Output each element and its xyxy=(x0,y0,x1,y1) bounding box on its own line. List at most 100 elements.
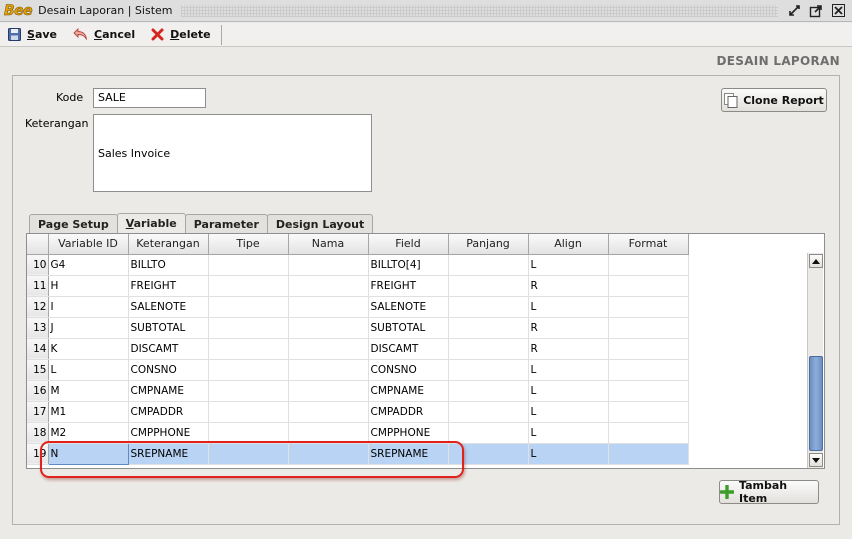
cell-tipe[interactable] xyxy=(208,317,289,339)
scroll-up-icon[interactable] xyxy=(809,254,823,268)
keterangan-textarea[interactable]: Sales Invoice xyxy=(93,114,372,192)
cell-id[interactable]: J xyxy=(48,317,129,339)
table-row[interactable]: 17 M1 CMPADDR CMPADDR L xyxy=(27,401,689,423)
cell-format[interactable] xyxy=(608,254,689,276)
cell-field[interactable]: FREIGHT xyxy=(368,275,449,297)
cell-tipe[interactable] xyxy=(208,422,289,444)
cell-align[interactable]: R xyxy=(528,317,609,339)
cell-align[interactable]: L xyxy=(528,422,609,444)
cell-ket[interactable]: FREIGHT xyxy=(128,275,209,297)
cell-id[interactable]: G4 xyxy=(48,254,129,276)
table-row[interactable]: 16 M CMPNAME CMPNAME L xyxy=(27,380,689,402)
cell-id[interactable]: K xyxy=(48,338,129,360)
cell-ket[interactable]: SREPNAME xyxy=(128,443,209,465)
cell-format[interactable] xyxy=(608,359,689,381)
cell-ket[interactable]: CMPPHONE xyxy=(128,422,209,444)
cell-ket[interactable]: BILLTO xyxy=(128,254,209,276)
cell-panjang[interactable] xyxy=(448,380,529,402)
cell-panjang[interactable] xyxy=(448,317,529,339)
cell-align[interactable]: R xyxy=(528,275,609,297)
cell-field[interactable]: DISCAMT xyxy=(368,338,449,360)
cell-nama[interactable] xyxy=(288,338,369,360)
cell-panjang[interactable] xyxy=(448,275,529,297)
cell-panjang[interactable] xyxy=(448,443,529,465)
scroll-down-icon[interactable] xyxy=(809,453,823,467)
column-header[interactable]: Format xyxy=(608,234,689,255)
vertical-scrollbar[interactable] xyxy=(807,253,823,468)
table-row[interactable]: 12 I SALENOTE SALENOTE L xyxy=(27,296,689,318)
cell-align[interactable]: L xyxy=(528,443,609,465)
table-row[interactable]: 11 H FREIGHT FREIGHT R xyxy=(27,275,689,297)
cell-tipe[interactable] xyxy=(208,296,289,318)
cell-format[interactable] xyxy=(608,296,689,318)
cell-align[interactable]: R xyxy=(528,338,609,360)
title-bar-grip[interactable] xyxy=(180,4,778,17)
cell-id[interactable]: H xyxy=(48,275,129,297)
cell-id[interactable]: M2 xyxy=(48,422,129,444)
cell-field[interactable]: SALENOTE xyxy=(368,296,449,318)
cell-nama[interactable] xyxy=(288,401,369,423)
cell-ket[interactable]: SUBTOTAL xyxy=(128,317,209,339)
cell-tipe[interactable] xyxy=(208,443,289,465)
column-header[interactable]: Variable ID xyxy=(48,234,129,255)
cell-align[interactable]: L xyxy=(528,254,609,276)
tab-page-setup[interactable]: Page Setup xyxy=(29,214,118,233)
table-row[interactable]: 19 N SREPNAME SREPNAME L xyxy=(27,442,689,465)
cell-field[interactable]: CMPNAME xyxy=(368,380,449,402)
cell-panjang[interactable] xyxy=(448,254,529,276)
tab-design-layout[interactable]: Design Layout xyxy=(266,214,374,233)
delete-button[interactable]: Delete xyxy=(143,24,219,46)
cell-ket[interactable]: CMPADDR xyxy=(128,401,209,423)
cell-format[interactable] xyxy=(608,380,689,402)
cell-id[interactable]: M1 xyxy=(48,401,129,423)
column-header[interactable]: Panjang xyxy=(448,234,529,255)
table-row[interactable]: 15 L CONSNO CONSNO L xyxy=(27,359,689,381)
save-button[interactable]: Save xyxy=(0,24,65,46)
cell-tipe[interactable] xyxy=(208,380,289,402)
cell-nama[interactable] xyxy=(288,380,369,402)
kode-input[interactable]: SALE xyxy=(93,88,206,108)
cell-field[interactable]: CONSNO xyxy=(368,359,449,381)
table-row[interactable]: 14 K DISCAMT DISCAMT R xyxy=(27,338,689,360)
cell-id[interactable]: I xyxy=(48,296,129,318)
cell-nama[interactable] xyxy=(288,296,369,318)
cell-align[interactable]: L xyxy=(528,296,609,318)
column-header[interactable]: Field xyxy=(368,234,449,255)
cell-panjang[interactable] xyxy=(448,338,529,360)
cell-format[interactable] xyxy=(608,338,689,360)
column-header[interactable]: Align xyxy=(528,234,609,255)
restore-icon[interactable] xyxy=(786,3,802,19)
cell-align[interactable]: L xyxy=(528,401,609,423)
cell-id[interactable]: M xyxy=(48,380,129,402)
scroll-thumb[interactable] xyxy=(809,356,823,451)
cell-ket[interactable]: CMPNAME xyxy=(128,380,209,402)
clone-report-button[interactable]: Clone Report xyxy=(721,88,827,112)
cell-field[interactable]: CMPPHONE xyxy=(368,422,449,444)
cell-tipe[interactable] xyxy=(208,359,289,381)
cell-tipe[interactable] xyxy=(208,401,289,423)
cell-tipe[interactable] xyxy=(208,275,289,297)
cell-format[interactable] xyxy=(608,422,689,444)
cancel-button[interactable]: Cancel xyxy=(65,24,143,46)
cell-nama[interactable] xyxy=(288,275,369,297)
maximize-icon[interactable] xyxy=(808,3,824,19)
close-icon[interactable] xyxy=(830,3,846,19)
cell-format[interactable] xyxy=(608,443,689,465)
cell-panjang[interactable] xyxy=(448,359,529,381)
cell-align[interactable]: L xyxy=(528,380,609,402)
cell-field[interactable]: SUBTOTAL xyxy=(368,317,449,339)
cell-ket[interactable]: SALENOTE xyxy=(128,296,209,318)
cell-panjang[interactable] xyxy=(448,296,529,318)
cell-format[interactable] xyxy=(608,317,689,339)
cell-nama[interactable] xyxy=(288,443,369,465)
cell-ket[interactable]: DISCAMT xyxy=(128,338,209,360)
cell-id[interactable]: L xyxy=(48,359,129,381)
cell-format[interactable] xyxy=(608,275,689,297)
cell-tipe[interactable] xyxy=(208,254,289,276)
column-header[interactable]: Tipe xyxy=(208,234,289,255)
cell-nama[interactable] xyxy=(288,317,369,339)
cell-tipe[interactable] xyxy=(208,338,289,360)
cell-field[interactable]: CMPADDR xyxy=(368,401,449,423)
tab-variable[interactable]: Variable xyxy=(116,213,186,233)
cell-field[interactable]: BILLTO[4] xyxy=(368,254,449,276)
